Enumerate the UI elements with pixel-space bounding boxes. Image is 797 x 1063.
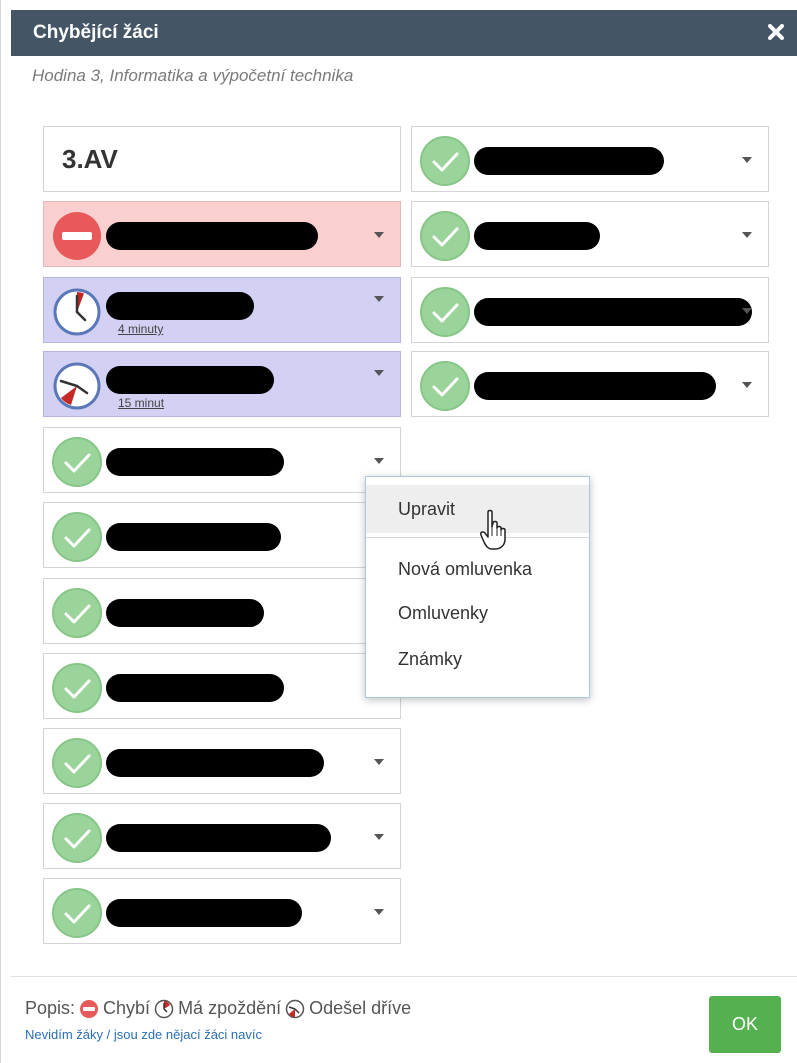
dialog-title: Chybějící žáci — [33, 22, 159, 43]
redacted-student-name — [106, 899, 302, 927]
redacted-student-name — [106, 824, 331, 852]
chevron-down-icon[interactable] — [374, 232, 384, 238]
student-card-left-8[interactable] — [43, 728, 401, 794]
legend-absent: Chybí — [103, 998, 151, 1018]
chevron-down-icon[interactable] — [374, 296, 384, 302]
student-card-right-4[interactable] — [411, 351, 769, 417]
legend-prefix: Popis: — [25, 998, 76, 1018]
present-check-icon[interactable] — [51, 737, 103, 789]
chevron-down-icon[interactable] — [374, 834, 384, 840]
present-check-icon[interactable] — [419, 360, 471, 412]
present-check-icon[interactable] — [419, 135, 471, 187]
present-check-icon[interactable] — [51, 587, 103, 639]
student-card-right-3[interactable] — [411, 277, 769, 343]
redacted-student-name — [474, 298, 752, 326]
redacted-student-name — [106, 292, 254, 320]
legend-left-early: Odešel dříve — [309, 998, 412, 1018]
legend: Popis: Chybí Má zpoždění Odešel dříve — [25, 998, 415, 1019]
left-early-clock-icon — [285, 999, 305, 1018]
menu-item-upravit[interactable]: Upravit — [366, 485, 589, 533]
redacted-student-name — [106, 599, 264, 627]
ok-button[interactable]: OK — [709, 996, 781, 1053]
lesson-subtitle: Hodina 3, Informatika a výpočetní techni… — [32, 66, 354, 85]
class-card: 3.AV — [43, 126, 401, 192]
absent-icon — [80, 999, 99, 1018]
legend-late: Má zpoždění — [178, 998, 282, 1018]
student-card-left-7[interactable] — [43, 653, 401, 719]
redacted-student-name — [474, 372, 716, 400]
left-early-clock-icon[interactable] — [51, 360, 103, 412]
menu-item-nova-omluvenka[interactable]: Nová omluvenka — [366, 545, 589, 593]
chevron-down-icon[interactable] — [742, 157, 752, 163]
student-card-left-5[interactable] — [43, 502, 401, 568]
redacted-student-name — [106, 222, 318, 250]
late-clock-icon[interactable] — [51, 286, 103, 338]
present-check-icon[interactable] — [51, 662, 103, 714]
present-check-icon[interactable] — [51, 887, 103, 939]
delay-duration-link[interactable]: 15 minut — [118, 396, 164, 410]
chevron-down-icon[interactable] — [742, 232, 752, 238]
student-card-left-4[interactable] — [43, 427, 401, 493]
pointer-hand-icon — [480, 509, 506, 550]
footer-divider — [11, 976, 797, 977]
chevron-down-icon[interactable] — [374, 909, 384, 915]
student-card-left-10[interactable] — [43, 878, 401, 944]
delay-duration-link[interactable]: 4 minuty — [118, 322, 163, 336]
student-card-right-2[interactable] — [411, 201, 769, 267]
redacted-student-name — [106, 448, 284, 476]
redacted-student-name — [106, 749, 324, 777]
present-check-icon[interactable] — [51, 436, 103, 488]
missing-students-dialog: Chybějící žáci Hodina 3, Informatika a v… — [0, 0, 797, 1063]
chevron-down-icon[interactable] — [742, 308, 752, 314]
redacted-student-name — [474, 147, 664, 175]
student-card-left-3[interactable]: 15 minut — [43, 351, 401, 417]
redacted-student-name — [106, 366, 274, 394]
student-card-left-2[interactable]: 4 minuty — [43, 277, 401, 343]
redacted-student-name — [106, 523, 281, 551]
class-name: 3.AV — [62, 143, 118, 174]
chevron-down-icon[interactable] — [374, 458, 384, 464]
present-check-icon[interactable] — [419, 286, 471, 338]
missing-students-link[interactable]: Nevidím žáky / jsou zde nějací žáci naví… — [25, 1027, 262, 1042]
chevron-down-icon[interactable] — [374, 370, 384, 376]
menu-item-omluvenky[interactable]: Omluvenky — [366, 589, 589, 637]
dialog-titlebar: Chybějící žáci — [11, 10, 797, 56]
redacted-student-name — [106, 674, 284, 702]
present-check-icon[interactable] — [51, 812, 103, 864]
redacted-student-name — [474, 222, 600, 250]
student-card-left-9[interactable] — [43, 803, 401, 869]
menu-separator — [366, 537, 589, 538]
chevron-down-icon[interactable] — [374, 759, 384, 765]
close-icon[interactable] — [764, 20, 788, 44]
student-card-left-6[interactable] — [43, 578, 401, 644]
menu-item-znamky[interactable]: Známky — [366, 635, 589, 683]
late-clock-icon — [154, 999, 174, 1018]
present-check-icon[interactable] — [419, 210, 471, 262]
present-check-icon[interactable] — [51, 511, 103, 563]
student-card-right-1[interactable] — [411, 126, 769, 192]
chevron-down-icon[interactable] — [742, 382, 752, 388]
absent-icon[interactable] — [51, 210, 103, 262]
student-context-menu: Upravit Nová omluvenka Omluvenky Známky — [365, 476, 590, 698]
student-card-left-1[interactable] — [43, 201, 401, 267]
